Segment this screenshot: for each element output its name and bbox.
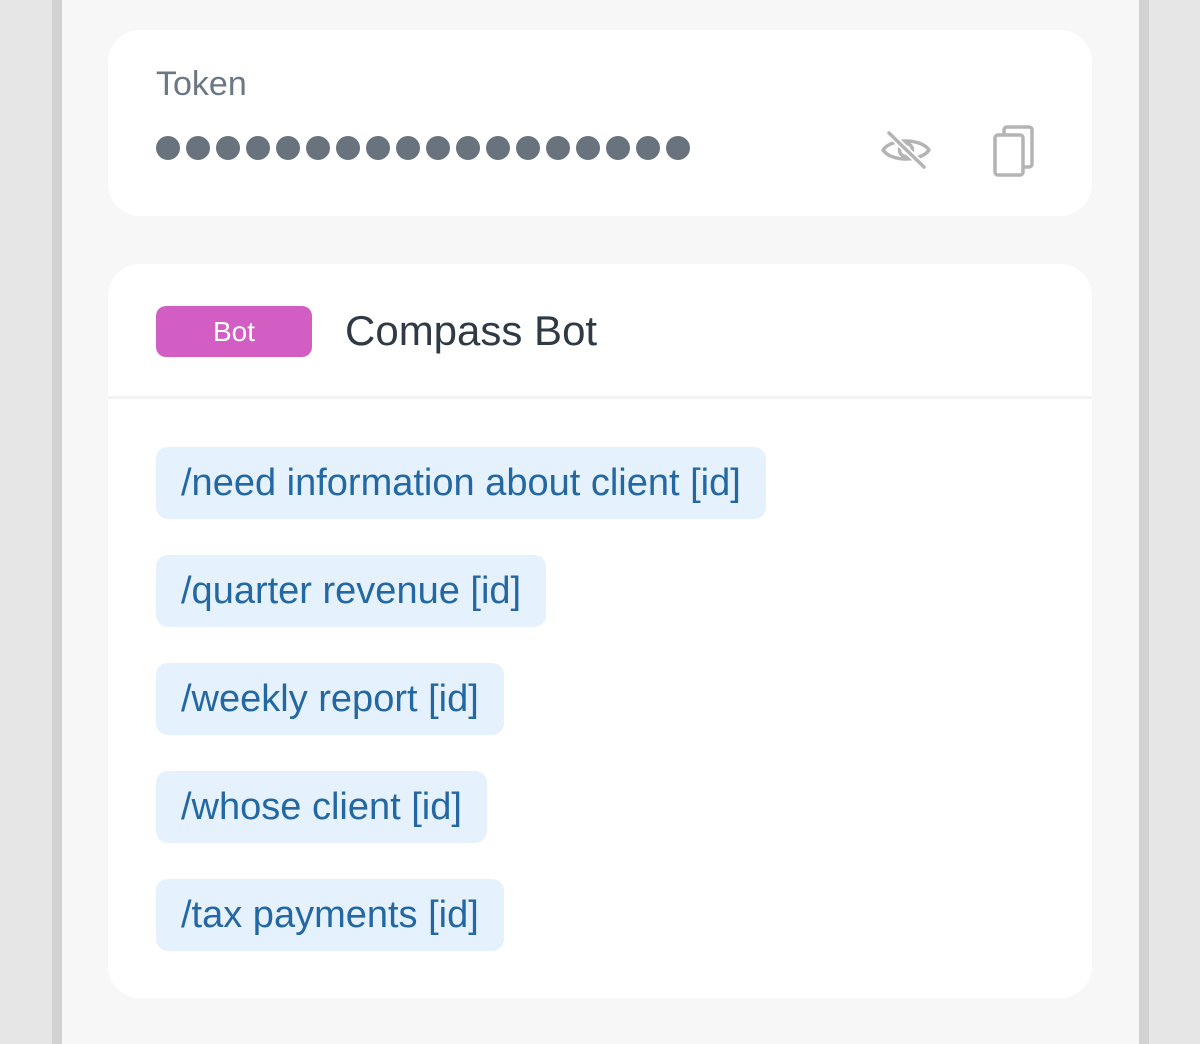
copy-button[interactable] [988, 122, 1040, 180]
token-mask-dot [156, 136, 180, 160]
token-mask-dot [366, 136, 390, 160]
token-mask-dot [606, 136, 630, 160]
token-mask-dot [216, 136, 240, 160]
token-mask-dot [576, 136, 600, 160]
token-mask-dot [276, 136, 300, 160]
copy-icon [993, 125, 1034, 177]
token-card: Token [108, 30, 1092, 216]
token-mask-dot [546, 136, 570, 160]
bot-card: Bot Compass Bot /need information about … [108, 264, 1092, 998]
command-chip[interactable]: /quarter revenue [id] [156, 555, 547, 627]
frame-border-left [52, 0, 62, 1044]
token-mask-dot [246, 136, 270, 160]
token-mask-dot [306, 136, 330, 160]
command-chip[interactable]: /tax payments [id] [156, 879, 504, 951]
token-mask-dot [516, 136, 540, 160]
toggle-visibility-button[interactable] [878, 126, 934, 174]
token-mask-dot [396, 136, 420, 160]
token-mask-dot [486, 136, 510, 160]
command-chip[interactable]: /need information about client [id] [156, 447, 766, 519]
command-list: /need information about client [id] /qua… [156, 447, 766, 951]
token-mask-dot [636, 136, 660, 160]
token-masked-value [156, 136, 690, 162]
token-mask-dot [666, 136, 690, 160]
token-mask-dot [186, 136, 210, 160]
bot-name: Compass Bot [345, 307, 598, 354]
token-mask-dot [426, 136, 450, 160]
token-mask-dot [456, 136, 480, 160]
bot-badge: Bot [156, 306, 312, 357]
frame-border-right [1139, 0, 1149, 1044]
bot-header: Bot Compass Bot [108, 264, 1092, 399]
command-chip[interactable]: /whose client [id] [156, 771, 487, 843]
command-chip[interactable]: /weekly report [id] [156, 663, 504, 735]
token-mask-dot [336, 136, 360, 160]
eye-off-icon [881, 130, 931, 170]
token-label: Token [156, 65, 247, 103]
